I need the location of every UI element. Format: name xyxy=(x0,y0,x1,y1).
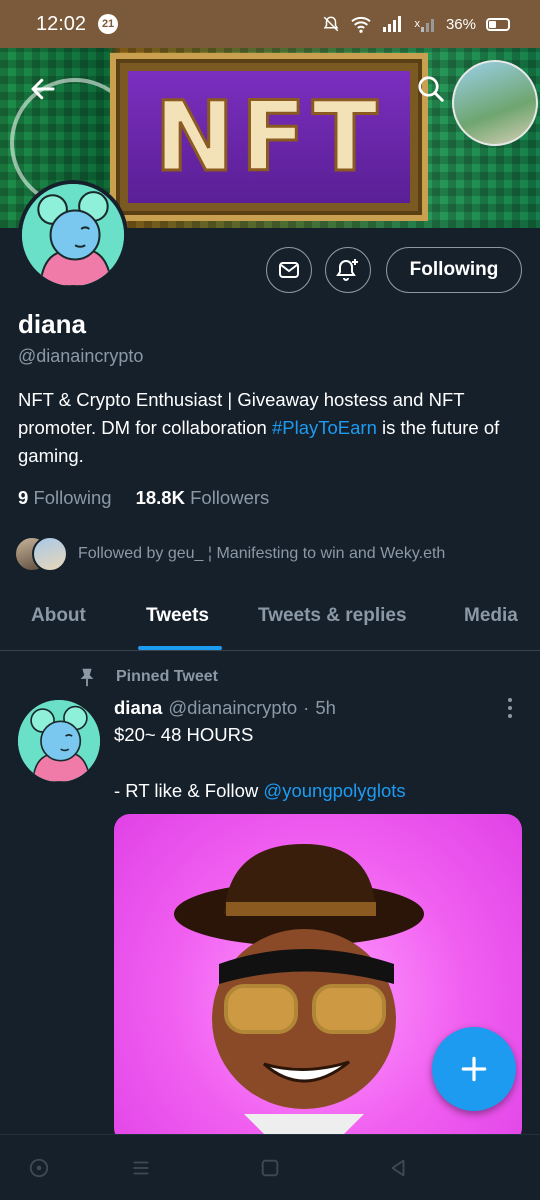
profile-tabs: About Tweets Tweets & replies Media xyxy=(0,587,540,651)
following-count: 9 xyxy=(18,487,29,508)
signal-icon xyxy=(382,15,404,33)
followers-count: 18.8K xyxy=(135,487,185,508)
profile-name: diana xyxy=(18,309,86,339)
mute-bell-icon xyxy=(322,15,340,33)
menu-lines-icon xyxy=(133,1161,149,1175)
system-nav-bar xyxy=(0,1134,540,1200)
more-vertical-icon xyxy=(508,698,512,702)
tab-media[interactable]: Media xyxy=(464,605,518,627)
following-stat[interactable]: 9 Following xyxy=(18,487,112,509)
recent-apps-button[interactable] xyxy=(128,1155,154,1181)
banner-nft-frame: NFT xyxy=(110,53,428,221)
tweet-more-button[interactable] xyxy=(498,696,522,720)
triangle-back-icon xyxy=(391,1159,405,1177)
arrow-left-icon xyxy=(31,78,55,100)
mutual-avatars xyxy=(14,536,70,572)
plus-icon xyxy=(461,1056,487,1082)
battery-percent: 36% xyxy=(445,15,476,33)
tab-about[interactable]: About xyxy=(31,605,86,627)
search-icon xyxy=(418,76,444,102)
bell-plus-icon xyxy=(336,259,358,281)
profile-avatar[interactable] xyxy=(18,180,128,290)
tweet-author-handle[interactable]: @dianaincrypto xyxy=(168,697,297,719)
followers-stat[interactable]: 18.8K Followers xyxy=(136,487,270,509)
followed-by-row[interactable]: Followed by geu_ ¦ Manifesting to win an… xyxy=(14,536,445,572)
tweet-text-line2: - RT like & Follow @youngpolyglots xyxy=(114,780,406,802)
followers-label: Followers xyxy=(190,487,270,508)
pinned-tweet-label: Pinned Tweet xyxy=(116,668,218,685)
compose-tweet-button[interactable] xyxy=(432,1027,516,1111)
pin-icon xyxy=(80,668,94,687)
notify-button[interactable] xyxy=(325,247,371,293)
square-icon xyxy=(261,1159,279,1177)
followed-by-text: Followed by geu_ ¦ Manifesting to win an… xyxy=(78,545,446,562)
envelope-icon xyxy=(279,262,299,278)
tab-tweets[interactable]: Tweets xyxy=(146,605,209,627)
tweet-text: - RT like & Follow xyxy=(114,780,264,801)
tweet-text-line1: $20~ 48 HOURS xyxy=(114,724,254,745)
status-bar: 12:02 21 x 36% xyxy=(0,0,540,48)
notification-count-badge: 21 xyxy=(98,14,119,34)
tweet-header: diana @dianaincrypto · 5h xyxy=(114,697,336,719)
assistant-nav-button[interactable] xyxy=(26,1155,52,1181)
active-tab-indicator xyxy=(138,646,222,650)
profile-stats: 9 Following 18.8K Followers xyxy=(18,487,269,509)
tweet-mention-link[interactable]: @youngpolyglots xyxy=(263,780,405,801)
status-time: 12:02 xyxy=(36,12,87,35)
profile-bio: NFT & Crypto Enthusiast | Giveaway hoste… xyxy=(18,386,518,470)
sim-no-signal-icon: x xyxy=(414,15,436,33)
search-button[interactable] xyxy=(408,66,454,112)
message-button[interactable] xyxy=(266,247,312,293)
circle-dot-icon xyxy=(29,1158,49,1178)
following-button[interactable]: Following xyxy=(386,247,522,293)
bio-hashtag-link[interactable]: #PlayToEarn xyxy=(272,417,377,438)
back-nav-button[interactable] xyxy=(385,1155,411,1181)
home-nav-button[interactable] xyxy=(257,1155,283,1181)
tab-tweets-replies[interactable]: Tweets & replies xyxy=(258,605,407,627)
back-button[interactable] xyxy=(20,66,66,112)
tweet-author-avatar[interactable] xyxy=(18,700,100,782)
tweet-author-name[interactable]: diana xyxy=(114,697,162,719)
battery-icon xyxy=(486,17,510,31)
following-label: Following xyxy=(33,487,112,508)
pinned-label-row: Pinned Tweet xyxy=(76,666,218,688)
tweet-separator: · xyxy=(303,697,310,718)
avatar xyxy=(32,536,68,572)
banner-photo xyxy=(452,60,538,146)
tweet-time: 5h xyxy=(315,697,336,718)
wifi-icon xyxy=(350,15,372,33)
profile-handle: @dianaincrypto xyxy=(18,346,144,366)
banner-nft-text: NFT xyxy=(153,80,384,195)
